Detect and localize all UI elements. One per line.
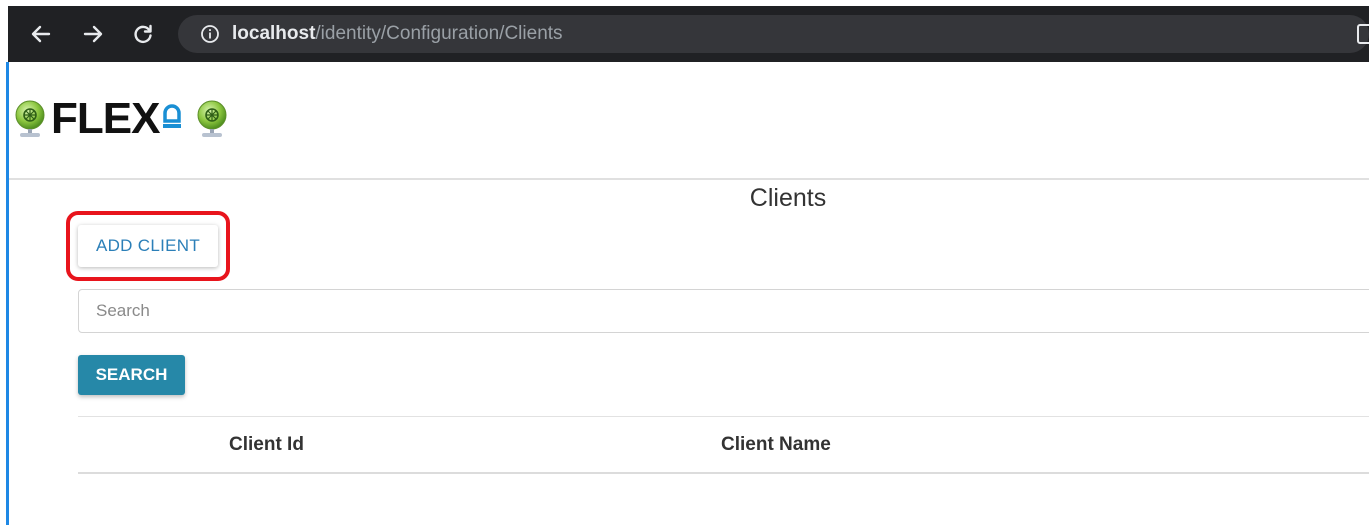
url-path: /identity/Configuration/Clients <box>315 23 563 44</box>
search-button[interactable]: SEARCH <box>78 355 185 395</box>
window-edge <box>0 0 9 525</box>
add-client-button[interactable]: ADD CLIENT <box>78 225 218 267</box>
page-title: Clients <box>749 184 827 212</box>
back-button[interactable] <box>26 19 56 49</box>
column-header-client-id[interactable]: Client Id <box>229 417 304 472</box>
table-divider <box>78 472 1369 474</box>
browser-toolbar-inner: localhost/identity/Configuration/Clients <box>6 6 1369 62</box>
extension-icon[interactable] <box>1357 24 1369 44</box>
arrow-left-icon <box>31 25 51 43</box>
globe-tree-icon <box>197 100 227 137</box>
info-circle-icon[interactable] <box>200 24 220 44</box>
url-host: localhost <box>232 23 316 44</box>
logo[interactable]: FLEX <box>13 94 229 144</box>
logo-id-mark <box>161 99 183 139</box>
app-header: FLEX <box>9 62 1369 180</box>
address-bar[interactable]: localhost/identity/Configuration/Clients <box>178 15 1369 53</box>
reload-button[interactable] <box>128 19 158 49</box>
search-input[interactable] <box>78 289 1369 333</box>
forward-button[interactable] <box>78 19 108 49</box>
table-header: Client Id Client Name <box>78 417 1369 472</box>
logo-text: FLEX <box>51 94 160 143</box>
arrow-right-icon <box>83 25 103 43</box>
browser-toolbar: localhost/identity/Configuration/Clients <box>0 0 1369 62</box>
column-header-client-name[interactable]: Client Name <box>721 417 831 472</box>
screen: localhost/identity/Configuration/Clients <box>0 0 1369 525</box>
globe-tree-icon <box>15 100 45 137</box>
url-text: localhost/identity/Configuration/Clients <box>232 15 563 53</box>
reload-icon <box>134 24 152 44</box>
